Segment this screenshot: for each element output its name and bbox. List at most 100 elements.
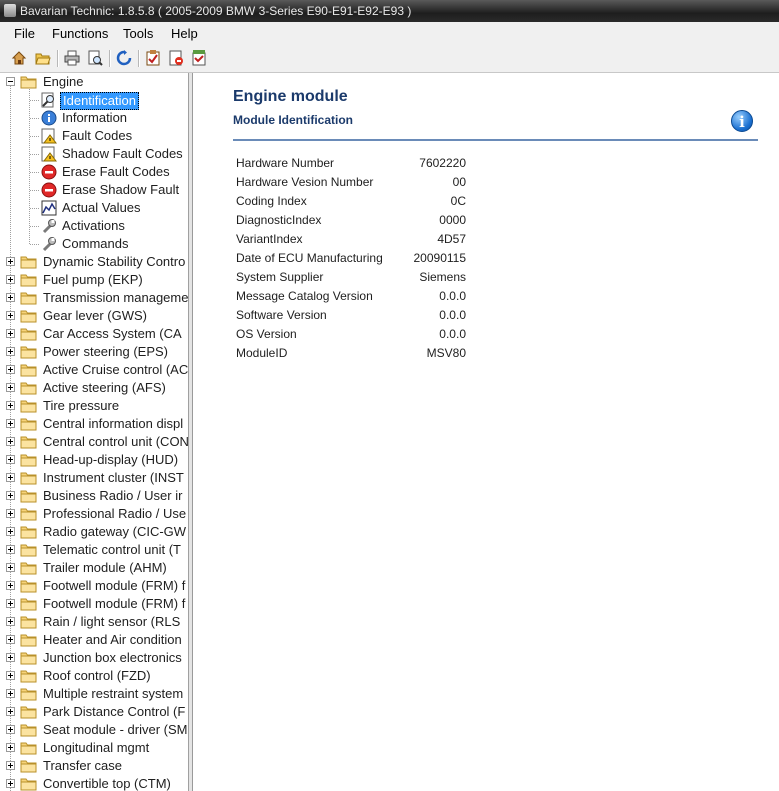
tree-node-module[interactable]: Trailer module (AHM): [0, 559, 188, 577]
tree-node-identification[interactable]: Identification: [0, 91, 188, 110]
expand-toggle[interactable]: [6, 311, 15, 320]
expand-toggle[interactable]: [6, 437, 15, 446]
expand-toggle[interactable]: [6, 257, 15, 266]
expand-toggle[interactable]: [6, 653, 15, 662]
expand-toggle[interactable]: [6, 365, 15, 374]
log-icon[interactable]: [190, 49, 208, 67]
tree-node-module[interactable]: Gear lever (GWS): [0, 307, 188, 325]
tree-node-module[interactable]: Business Radio / User ir: [0, 487, 188, 505]
menu-tools[interactable]: Tools: [123, 26, 153, 41]
warning-doc-icon: [41, 146, 57, 162]
tree-node-module[interactable]: Heater and Air condition: [0, 631, 188, 649]
tree-node-module[interactable]: Transmission manageme: [0, 289, 188, 307]
menu-functions[interactable]: Functions: [52, 26, 108, 41]
expand-toggle[interactable]: [6, 743, 15, 752]
tree-node-module[interactable]: Convertible top (CTM): [0, 775, 188, 791]
expand-toggle[interactable]: [6, 329, 15, 338]
info-icon[interactable]: i: [731, 110, 753, 132]
tree-node-module[interactable]: Central information displ: [0, 415, 188, 433]
tree-node-module[interactable]: Rain / light sensor (RLS: [0, 613, 188, 631]
info-row: Coding Index 0C: [236, 194, 466, 213]
expand-toggle[interactable]: [6, 347, 15, 356]
menu-file[interactable]: File: [14, 26, 35, 41]
expand-toggle[interactable]: [6, 293, 15, 302]
app-icon[interactable]: [4, 4, 16, 17]
info-row: Software Version 0.0.0: [236, 308, 466, 327]
expand-toggle[interactable]: [6, 779, 15, 788]
expand-toggle[interactable]: [6, 527, 15, 536]
tree-node-module[interactable]: Park Distance Control (F: [0, 703, 188, 721]
menu-help[interactable]: Help: [171, 26, 198, 41]
collapse-toggle[interactable]: [6, 77, 15, 86]
tree-node-module[interactable]: Roof control (FZD): [0, 667, 188, 685]
expand-toggle[interactable]: [6, 581, 15, 590]
tree-node-erase-shadow-fault[interactable]: Erase Shadow Fault: [0, 181, 188, 199]
tree-node-module[interactable]: Active steering (AFS): [0, 379, 188, 397]
expand-toggle[interactable]: [6, 671, 15, 680]
expand-toggle[interactable]: [6, 617, 15, 626]
tree-node-label: Radio gateway (CIC-GW: [43, 524, 187, 539]
tree-node-module[interactable]: Dynamic Stability Contro: [0, 253, 188, 271]
tree-node-activations[interactable]: Activations: [0, 217, 188, 235]
tree-node-module[interactable]: Active Cruise control (AC: [0, 361, 188, 379]
module-tree[interactable]: Engine Identification Information Fault Cod…: [0, 73, 189, 791]
tree-node-commands[interactable]: Commands: [0, 235, 188, 253]
tree-node-module[interactable]: Transfer case: [0, 757, 188, 775]
tree-node-module[interactable]: Fuel pump (EKP): [0, 271, 188, 289]
home-icon[interactable]: [10, 49, 28, 67]
expand-toggle[interactable]: [6, 563, 15, 572]
expand-toggle[interactable]: [6, 383, 15, 392]
folder-icon: [20, 309, 38, 323]
tree-node-module[interactable]: Central control unit (CON: [0, 433, 188, 451]
print-preview-icon[interactable]: [86, 49, 104, 67]
checklist-icon[interactable]: [144, 49, 162, 67]
tree-node-module[interactable]: Junction box electronics: [0, 649, 188, 667]
expand-toggle[interactable]: [6, 761, 15, 770]
expand-toggle[interactable]: [6, 491, 15, 500]
tree-node-label: Engine: [43, 74, 84, 89]
window-title: Bavarian Technic: 1.8.5.8 ( 2005-2009 BM…: [20, 4, 412, 18]
tree-node-module[interactable]: Car Access System (CA: [0, 325, 188, 343]
expand-toggle[interactable]: [6, 455, 15, 464]
tree-node-module[interactable]: Telematic control unit (T: [0, 541, 188, 559]
tree-node-module[interactable]: Professional Radio / Use: [0, 505, 188, 523]
expand-toggle[interactable]: [6, 689, 15, 698]
expand-toggle[interactable]: [6, 725, 15, 734]
tree-node-shadow-fault-codes[interactable]: Shadow Fault Codes: [0, 145, 188, 163]
expand-toggle[interactable]: [6, 599, 15, 608]
tree-node-actual-values[interactable]: Actual Values: [0, 199, 188, 217]
expand-toggle[interactable]: [6, 509, 15, 518]
folder-icon: [20, 291, 38, 305]
tree-node-module[interactable]: Power steering (EPS): [0, 343, 188, 361]
info-row: OS Version 0.0.0: [236, 327, 466, 346]
expand-toggle[interactable]: [6, 545, 15, 554]
tree-node-module[interactable]: Longitudinal mgmt: [0, 739, 188, 757]
expand-toggle[interactable]: [6, 635, 15, 644]
tree-node-module[interactable]: Footwell module (FRM) f: [0, 595, 188, 613]
tree-node-module[interactable]: Radio gateway (CIC-GW: [0, 523, 188, 541]
row-value: 7602220: [419, 156, 466, 170]
print-icon[interactable]: [63, 49, 81, 67]
tree-node-module[interactable]: Footwell module (FRM) f: [0, 577, 188, 595]
row-key: Hardware Vesion Number: [236, 175, 374, 189]
tree-node-erase-fault-codes[interactable]: Erase Fault Codes: [0, 163, 188, 181]
stop-icon: [41, 182, 57, 198]
expand-toggle[interactable]: [6, 401, 15, 410]
expand-toggle[interactable]: [6, 473, 15, 482]
tree-node-information[interactable]: Information: [0, 109, 188, 127]
expand-toggle[interactable]: [6, 275, 15, 284]
tree-node-module[interactable]: Seat module - driver (SM: [0, 721, 188, 739]
tree-node-fault-codes[interactable]: Fault Codes: [0, 127, 188, 145]
tree-node-module[interactable]: Tire pressure: [0, 397, 188, 415]
tree-node-module[interactable]: Multiple restraint system: [0, 685, 188, 703]
tree-node-label: Shadow Fault Codes: [62, 146, 183, 161]
report-icon[interactable]: [167, 49, 185, 67]
title-bar: Bavarian Technic: 1.8.5.8 ( 2005-2009 BM…: [0, 0, 779, 22]
tree-node-module[interactable]: Head-up-display (HUD): [0, 451, 188, 469]
open-folder-icon[interactable]: [34, 49, 52, 67]
tree-node-module[interactable]: Instrument cluster (INST: [0, 469, 188, 487]
folder-icon: [20, 435, 38, 449]
expand-toggle[interactable]: [6, 707, 15, 716]
refresh-icon[interactable]: [115, 49, 133, 67]
expand-toggle[interactable]: [6, 419, 15, 428]
